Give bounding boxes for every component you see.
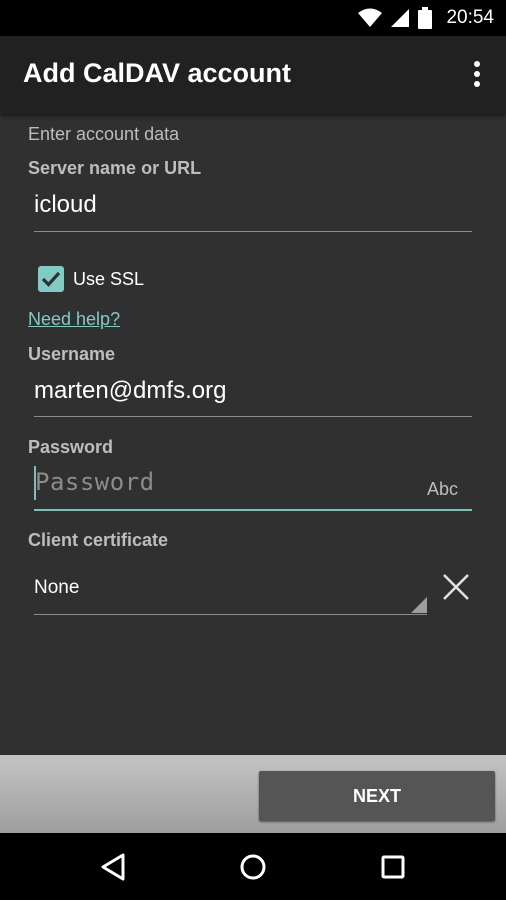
username-underline	[34, 416, 472, 417]
navigation-bar	[0, 833, 506, 900]
username-input[interactable]: marten@dmfs.org	[34, 377, 226, 405]
wifi-icon	[358, 8, 383, 28]
password-underline	[34, 509, 472, 511]
text-cursor	[34, 466, 36, 500]
certificate-underline	[34, 614, 427, 615]
server-label: Server name or URL	[28, 158, 202, 178]
ssl-checkbox[interactable]	[38, 266, 64, 292]
signal-icon	[390, 8, 410, 28]
overflow-menu-icon[interactable]	[470, 60, 484, 90]
status-bar: 20:54	[0, 0, 506, 36]
close-icon[interactable]	[440, 571, 472, 603]
button-bar: NEXT	[0, 755, 506, 833]
back-icon[interactable]	[95, 849, 131, 885]
screen: 20:54 Add CalDAV account Enter account d…	[0, 0, 506, 900]
client-certificate-select[interactable]: None	[34, 577, 79, 599]
input-mode-indicator: Abc	[427, 479, 459, 499]
battery-icon	[418, 7, 433, 29]
home-icon[interactable]	[235, 849, 271, 885]
recents-icon[interactable]	[375, 849, 411, 885]
account-form: Enter account data Server name or URL ic…	[0, 114, 506, 755]
section-label: Enter account data	[28, 124, 180, 144]
password-input[interactable]: Password	[35, 468, 155, 496]
dropdown-arrow-icon[interactable]	[411, 597, 427, 613]
ssl-label: Use SSL	[73, 268, 145, 289]
client-certificate-label: Client certificate	[28, 530, 169, 550]
check-icon	[41, 271, 61, 287]
next-button[interactable]: NEXT	[259, 771, 495, 821]
username-label: Username	[28, 344, 116, 364]
server-underline	[34, 231, 472, 232]
password-label: Password	[28, 437, 114, 457]
page-title: Add CalDAV account	[23, 58, 292, 88]
help-link[interactable]: Need help?	[28, 309, 120, 330]
ssl-checkbox-row[interactable]: Use SSL	[38, 266, 144, 292]
status-time: 20:54	[446, 7, 494, 28]
server-input[interactable]: icloud	[34, 191, 97, 219]
app-bar: Add CalDAV account	[0, 36, 506, 114]
